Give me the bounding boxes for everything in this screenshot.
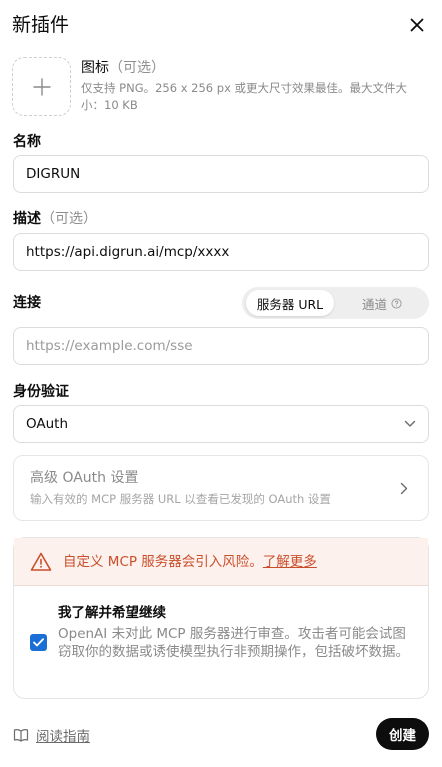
description-field[interactable]	[13, 233, 429, 271]
tab-server-url[interactable]: 服务器 URL	[246, 290, 334, 316]
auth-selected-value: OAuth	[26, 416, 69, 432]
close-icon	[410, 18, 424, 32]
description-label-text: 描述	[13, 211, 41, 227]
auth-label: 身份验证	[13, 384, 69, 400]
read-guide-label: 阅读指南	[36, 729, 90, 745]
close-button[interactable]	[404, 12, 430, 38]
name-label: 名称	[13, 134, 41, 150]
chevron-down-icon	[404, 420, 416, 427]
tab-channel[interactable]: 通道	[338, 290, 426, 316]
plus-icon	[32, 77, 51, 96]
icon-help-text: 仅支持 PNG。256 x 256 px 或更大尺寸效果最佳。最大文件大小：10…	[81, 81, 408, 112]
icon-label-text: 图标	[81, 60, 109, 76]
read-guide-link[interactable]: 阅读指南	[13, 725, 90, 745]
description-optional-text: （可选）	[41, 211, 97, 227]
chevron-right-icon	[396, 478, 412, 498]
risk-warning-message: 自定义 MCP 服务器会引入风险。	[63, 554, 263, 570]
auth-select[interactable]: OAuth	[13, 405, 429, 443]
book-icon	[13, 729, 29, 742]
risk-warning-text: 自定义 MCP 服务器会引入风险。了解更多	[63, 553, 317, 571]
description-input[interactable]	[14, 234, 428, 270]
acknowledge-title: 我了解并希望继续	[58, 605, 166, 621]
advanced-oauth-settings[interactable]	[13, 455, 429, 521]
name-input[interactable]	[14, 156, 428, 192]
name-field[interactable]	[13, 155, 429, 193]
tab-server-url-label: 服务器 URL	[256, 296, 324, 312]
server-url-field[interactable]	[13, 327, 429, 365]
icon-optional-text: （可选）	[109, 60, 165, 76]
acknowledge-body: OpenAI 未对此 MCP 服务器进行审查。攻击者可能会试图窃取你的数据或诱使…	[58, 626, 409, 660]
acknowledge-checkbox[interactable]	[30, 634, 47, 651]
checkmark-icon	[33, 638, 44, 647]
server-url-input[interactable]	[14, 328, 428, 364]
icon-field-label: 图标（可选）	[81, 59, 165, 77]
create-button[interactable]: 创建	[376, 718, 429, 750]
tab-channel-label: 通道	[361, 296, 387, 312]
description-label: 描述（可选）	[13, 210, 97, 228]
connection-label: 连接	[13, 295, 41, 311]
advanced-oauth-subtitle: 输入有效的 MCP 服务器 URL 以查看已发现的 OAuth 设置	[30, 492, 331, 506]
help-circle-icon	[391, 297, 402, 309]
warning-triangle-icon	[30, 551, 52, 573]
learn-more-link[interactable]: 了解更多	[263, 554, 317, 570]
dialog-title: 新插件	[12, 14, 70, 36]
icon-upload-button[interactable]	[12, 57, 71, 116]
advanced-oauth-title: 高级 OAuth 设置	[30, 470, 139, 486]
